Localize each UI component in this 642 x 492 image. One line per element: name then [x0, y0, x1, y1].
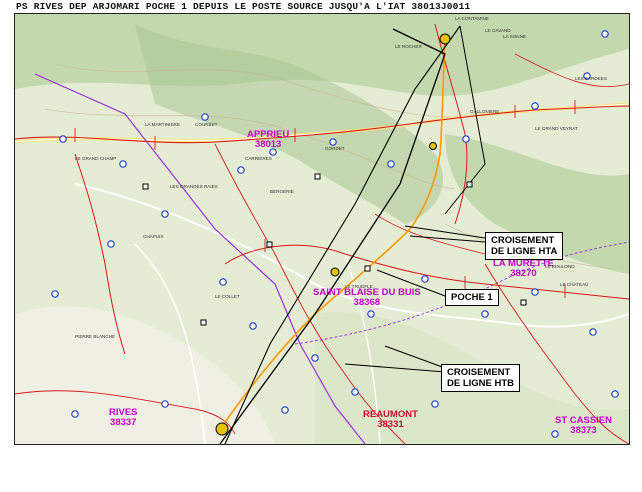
- post-marker[interactable]: [266, 241, 273, 248]
- place-label: LE GAVAND: [485, 28, 511, 33]
- substation-marker[interactable]: [161, 210, 169, 218]
- substation-marker[interactable]: [351, 388, 359, 396]
- place-label: LE GRAND CHAMP: [75, 156, 117, 161]
- substation-marker[interactable]: [59, 135, 67, 143]
- post-marker[interactable]: [520, 299, 527, 306]
- commune-label-st-cassien: ST CASSIEN 38373: [555, 416, 612, 436]
- commune-code: 38373: [570, 425, 597, 436]
- commune-code: 38337: [110, 417, 137, 428]
- callout-croisement-hta: CROISEMENT DE LIGNE HTA: [485, 232, 564, 260]
- place-label: LE CHATEAU: [560, 282, 589, 287]
- post-marker[interactable]: [364, 265, 371, 272]
- place-label: LE GRAND VEYRAT: [535, 126, 578, 131]
- commune-label-la-murette: LA MURETTE 38270: [493, 259, 554, 279]
- junction-marker[interactable]: [429, 142, 437, 150]
- commune-code: 38013: [254, 139, 282, 150]
- substation-marker[interactable]: [281, 406, 289, 414]
- map-title: PS RIVES DEP ARJOMARI POCHE 1 DEPUIS LE …: [16, 1, 471, 12]
- place-label: LE TRUEFLE: [345, 284, 373, 289]
- substation-marker[interactable]: [387, 160, 395, 168]
- place-label: GORDET: [325, 146, 345, 151]
- substation-marker[interactable]: [431, 400, 439, 408]
- place-label: CARRIERES: [245, 156, 272, 161]
- place-label: COURBET: [195, 122, 218, 127]
- commune-label-apprieu: APPRIEU 38013: [247, 130, 289, 150]
- iat-marker[interactable]: [439, 33, 451, 45]
- substation-marker[interactable]: [249, 322, 257, 330]
- place-label: CHAPUIS: [143, 234, 164, 239]
- substation-marker[interactable]: [481, 310, 489, 318]
- commune-label-rives: RIVES 38337: [109, 408, 138, 428]
- substation-marker[interactable]: [51, 290, 59, 298]
- poche-marker[interactable]: [330, 267, 340, 277]
- place-label: BERGERIE: [270, 189, 294, 194]
- post-marker[interactable]: [200, 319, 207, 326]
- place-label: LE COLLET: [215, 294, 240, 299]
- substation-marker[interactable]: [311, 354, 319, 362]
- callout-poche-1: POCHE 1: [445, 289, 499, 306]
- commune-label-reaumont: REAUMONT 38331: [363, 410, 418, 430]
- commune-code: 38331: [377, 419, 404, 430]
- substation-marker[interactable]: [119, 160, 127, 168]
- place-label: LE ROCHER: [395, 44, 422, 49]
- substation-marker[interactable]: [329, 138, 337, 146]
- place-label: LA SONNE: [503, 34, 526, 39]
- place-label: LE BOULOND: [545, 264, 575, 269]
- substation-marker[interactable]: [531, 288, 539, 296]
- substation-marker[interactable]: [237, 166, 245, 174]
- place-label: LES GRANDES RAIES: [170, 184, 218, 189]
- substation-marker[interactable]: [421, 275, 429, 283]
- post-marker[interactable]: [466, 181, 473, 188]
- map-area[interactable]: APPRIEU 38013 LA MURETTE 38270 SAINT BLA…: [14, 13, 630, 445]
- post-marker[interactable]: [142, 183, 149, 190]
- place-label: LA CONTAMINE: [455, 16, 489, 21]
- place-label: GALLONIERE: [470, 109, 500, 114]
- substation-marker[interactable]: [219, 278, 227, 286]
- substation-marker[interactable]: [107, 240, 115, 248]
- commune-code: 38270: [510, 268, 537, 279]
- substation-marker[interactable]: [531, 102, 539, 110]
- substation-marker[interactable]: [71, 410, 79, 418]
- substation-marker[interactable]: [161, 400, 169, 408]
- place-label: PIERRE BLANCHE: [75, 334, 116, 339]
- poste-source-marker[interactable]: [215, 422, 229, 436]
- substation-marker[interactable]: [367, 310, 375, 318]
- map-canvas[interactable]: [15, 14, 629, 444]
- substation-marker[interactable]: [201, 113, 209, 121]
- commune-label-saint-blaise-du-buis: SAINT BLAISE DU BUIS 38368: [313, 288, 421, 308]
- commune-code: 38368: [353, 297, 381, 308]
- substation-marker[interactable]: [601, 30, 609, 38]
- substation-marker[interactable]: [611, 390, 619, 398]
- callout-croisement-htb: CROISEMENT DE LIGNE HTB: [441, 364, 521, 392]
- substation-marker[interactable]: [462, 135, 470, 143]
- substation-marker[interactable]: [589, 328, 597, 336]
- place-label: LES BARDEES: [575, 76, 607, 81]
- place-label: LA MARTINIERE: [145, 122, 180, 127]
- post-marker[interactable]: [314, 173, 321, 180]
